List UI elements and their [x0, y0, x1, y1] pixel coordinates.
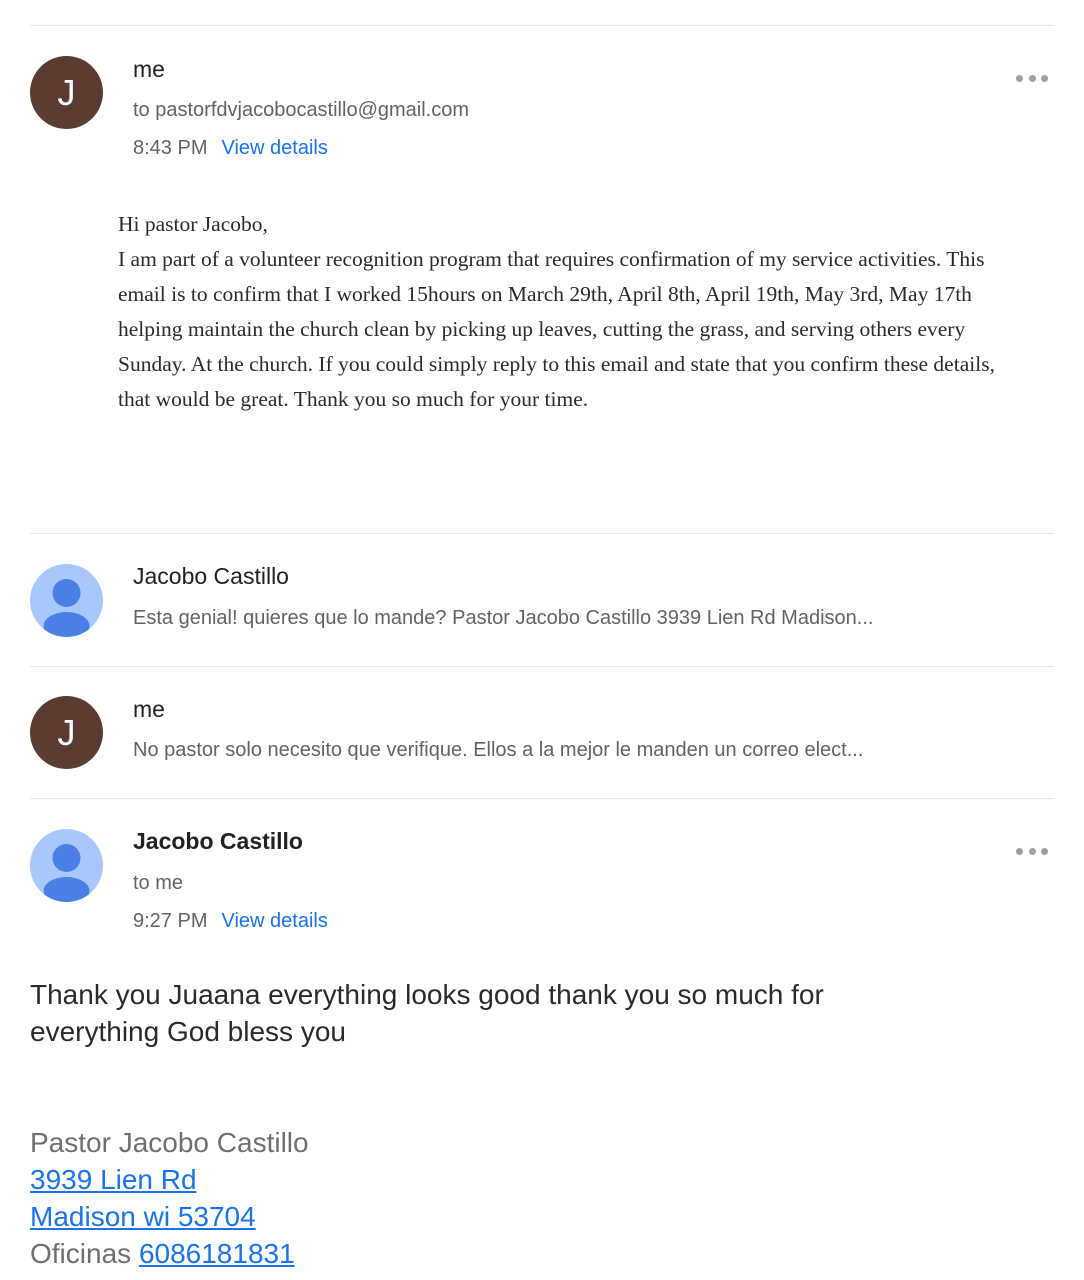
- sender-name: Jacobo Castillo: [133, 563, 289, 589]
- more-options-button[interactable]: [1016, 71, 1048, 85]
- divider: [30, 798, 1054, 799]
- message-body: Thank you Juaana everything looks good t…: [30, 979, 824, 1047]
- office-label: Oficinas: [30, 1238, 132, 1269]
- phone-link[interactable]: 6086181831: [139, 1238, 295, 1269]
- person-icon: [43, 844, 90, 902]
- sender-name: Jacobo Castillo: [133, 828, 303, 854]
- divider: [30, 533, 1054, 534]
- avatar-letter: J: [57, 711, 76, 753]
- body-greeting: Hi pastor Jacobo,: [118, 212, 268, 236]
- recipient-line: to pastorfdvjacobocastillo@gmail.com: [133, 99, 470, 121]
- signature: Pastor Jacobo Castillo 3939 Lien Rd Madi…: [30, 1124, 309, 1272]
- sender-name: me: [133, 56, 165, 82]
- view-details-link[interactable]: View details: [221, 137, 327, 159]
- more-options-button[interactable]: [1016, 844, 1048, 858]
- body-text: I am part of a volunteer recognition pro…: [118, 247, 995, 411]
- avatar[interactable]: J: [30, 56, 103, 129]
- divider: [30, 25, 1054, 26]
- message-snippet: No pastor solo necesito que verifique. E…: [133, 740, 864, 760]
- avatar[interactable]: [30, 564, 103, 637]
- person-icon: [43, 579, 90, 637]
- more-horizontal-icon: [1016, 847, 1023, 855]
- avatar[interactable]: J: [30, 696, 103, 769]
- signature-name: Pastor Jacobo Castillo: [30, 1127, 309, 1158]
- avatar-letter: J: [57, 71, 76, 113]
- more-dot: [1028, 74, 1036, 82]
- timestamp: 9:27 PM: [133, 910, 208, 932]
- timestamp: 8:43 PM: [133, 137, 208, 159]
- more-dot: [1041, 847, 1048, 855]
- recipient-line: to me: [133, 872, 184, 894]
- time-row: 9:27 PM View details: [133, 911, 328, 931]
- more-dot: [1041, 74, 1048, 82]
- message-snippet: Esta genial! quieres que lo mande? Pasto…: [133, 608, 874, 628]
- divider: [30, 666, 1054, 667]
- city-link[interactable]: Madison wi 53704: [30, 1201, 256, 1232]
- avatar[interactable]: [30, 829, 103, 902]
- message-body: Hi pastor Jacobo, I am part of a volunte…: [118, 207, 1028, 417]
- more-dot: [1028, 847, 1036, 855]
- sender-name: me: [133, 696, 165, 722]
- view-details-link[interactable]: View details: [221, 910, 327, 932]
- more-horizontal-icon: [1016, 74, 1023, 82]
- address-link[interactable]: 3939 Lien Rd: [30, 1164, 197, 1195]
- time-row: 8:43 PM View details: [133, 138, 328, 158]
